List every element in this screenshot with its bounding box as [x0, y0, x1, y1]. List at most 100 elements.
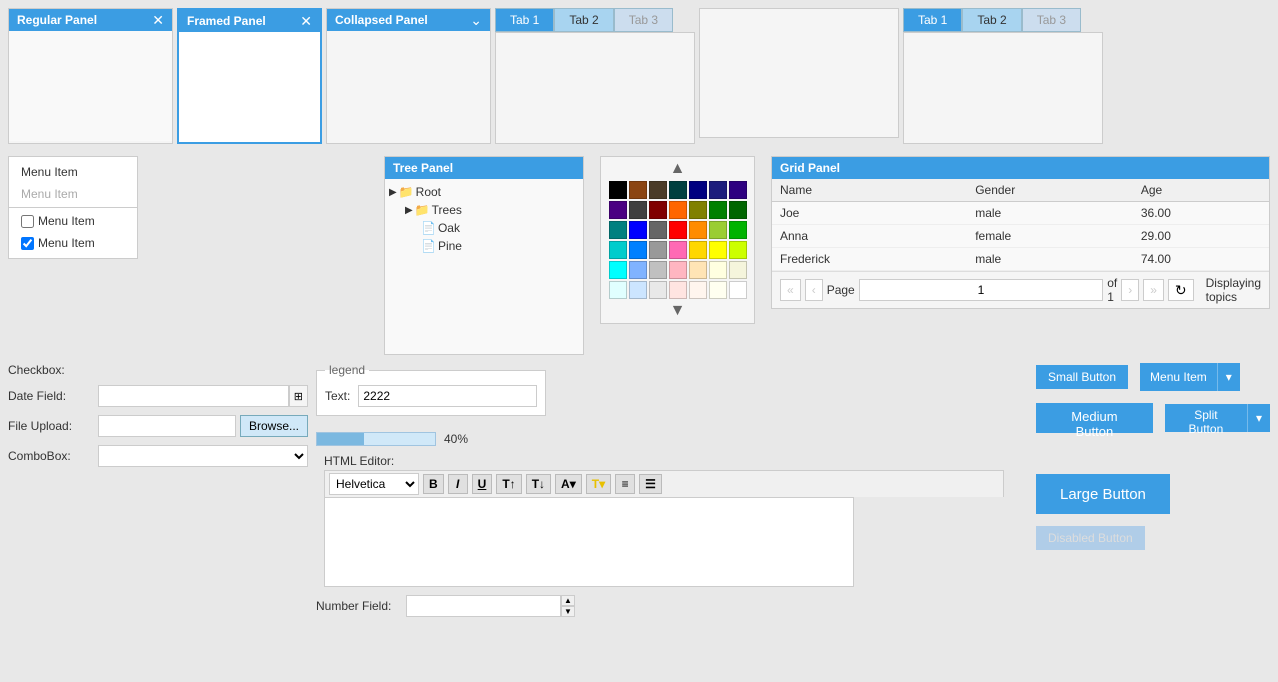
- color-down-arrow[interactable]: ▼: [670, 303, 686, 319]
- color-cell[interactable]: [669, 261, 687, 279]
- page-last-btn[interactable]: »: [1143, 279, 1164, 301]
- menu-checkbox-4[interactable]: [21, 237, 34, 250]
- color-cell[interactable]: [629, 181, 647, 199]
- tree-expand-root[interactable]: ▶: [389, 187, 397, 198]
- color-cell[interactable]: [729, 261, 747, 279]
- page-next-btn[interactable]: ›: [1121, 279, 1139, 301]
- table-row[interactable]: Joemale36.00: [772, 202, 1269, 225]
- underline-btn[interactable]: U: [472, 474, 493, 494]
- italic-btn[interactable]: I: [448, 474, 468, 494]
- tab-left-2[interactable]: Tab 2: [554, 8, 613, 32]
- color-cell[interactable]: [709, 181, 727, 199]
- align2-btn[interactable]: ☰: [639, 474, 662, 494]
- tab-left-1[interactable]: Tab 1: [495, 8, 554, 32]
- color-cell[interactable]: [709, 221, 727, 239]
- color-cell[interactable]: [629, 201, 647, 219]
- tree-node-root[interactable]: ▶ 📁 Root: [389, 183, 579, 201]
- superscript-btn[interactable]: T↑: [496, 474, 521, 494]
- color-cell[interactable]: [709, 261, 727, 279]
- color-cell[interactable]: [689, 241, 707, 259]
- large-button[interactable]: Large Button: [1036, 474, 1170, 514]
- color-up-arrow[interactable]: ▲: [670, 161, 686, 177]
- subscript-btn[interactable]: T↓: [526, 474, 551, 494]
- color-cell[interactable]: [649, 201, 667, 219]
- spinner-up[interactable]: ▲: [561, 595, 575, 606]
- medium-button[interactable]: Medium Button: [1036, 403, 1153, 433]
- color-cell[interactable]: [689, 201, 707, 219]
- font-select[interactable]: Helvetica: [329, 473, 419, 495]
- menu-item-3-checkbox[interactable]: Menu Item: [9, 210, 137, 232]
- regular-panel-close[interactable]: ✕: [152, 13, 164, 27]
- color-cell[interactable]: [609, 241, 627, 259]
- color-cell[interactable]: [629, 241, 647, 259]
- color-cell[interactable]: [629, 281, 647, 299]
- table-row[interactable]: Annafemale29.00: [772, 225, 1269, 248]
- color-cell[interactable]: [669, 201, 687, 219]
- menu-item-arrow-btn[interactable]: ▾: [1217, 363, 1240, 391]
- grid-col-gender[interactable]: Gender: [967, 179, 1133, 202]
- color-cell[interactable]: [629, 261, 647, 279]
- menu-item-button[interactable]: Menu Item: [1140, 363, 1217, 391]
- combobox-select[interactable]: [98, 445, 308, 467]
- color-cell[interactable]: [609, 221, 627, 239]
- tab-right-2[interactable]: Tab 2: [962, 8, 1021, 32]
- highlight-btn[interactable]: T▾: [586, 474, 611, 494]
- menu-item-1[interactable]: Menu Item: [9, 161, 137, 183]
- color-cell[interactable]: [729, 281, 747, 299]
- align-btn[interactable]: ≡: [615, 474, 635, 494]
- color-cell[interactable]: [649, 261, 667, 279]
- menu-checkbox-3[interactable]: [21, 215, 34, 228]
- color-cell[interactable]: [669, 181, 687, 199]
- color-cell[interactable]: [609, 281, 627, 299]
- menu-item-4-checkbox[interactable]: Menu Item: [9, 232, 137, 254]
- table-row[interactable]: Frederickmale74.00: [772, 248, 1269, 271]
- color-cell[interactable]: [649, 221, 667, 239]
- font-color-btn[interactable]: A▾: [555, 474, 582, 494]
- date-input[interactable]: [98, 385, 289, 407]
- tree-expand-trees[interactable]: ▶: [405, 205, 413, 216]
- page-number-input[interactable]: [859, 279, 1103, 301]
- color-cell[interactable]: [609, 181, 627, 199]
- split-button-arrow[interactable]: ▾: [1247, 404, 1270, 432]
- tab-right-1[interactable]: Tab 1: [903, 8, 962, 32]
- color-cell[interactable]: [729, 221, 747, 239]
- page-first-btn[interactable]: «: [780, 279, 801, 301]
- color-cell[interactable]: [689, 261, 707, 279]
- file-input[interactable]: [98, 415, 236, 437]
- spinner-down[interactable]: ▼: [561, 606, 575, 617]
- color-cell[interactable]: [729, 181, 747, 199]
- color-cell[interactable]: [709, 241, 727, 259]
- color-cell[interactable]: [649, 241, 667, 259]
- date-calendar-btn[interactable]: ⊞: [289, 385, 308, 407]
- color-cell[interactable]: [669, 221, 687, 239]
- tree-node-oak[interactable]: 📄 Oak: [389, 219, 579, 237]
- collapsed-panel-toggle[interactable]: ⌄: [470, 13, 482, 27]
- framed-panel-close[interactable]: ✕: [300, 14, 312, 28]
- browse-button[interactable]: Browse...: [240, 415, 308, 437]
- editor-body[interactable]: [324, 497, 854, 587]
- bold-btn[interactable]: B: [423, 474, 444, 494]
- tree-node-trees[interactable]: ▶ 📁 Trees: [389, 201, 579, 219]
- page-refresh-btn[interactable]: ↻: [1168, 279, 1194, 301]
- color-cell[interactable]: [629, 221, 647, 239]
- color-cell[interactable]: [689, 281, 707, 299]
- legend-text-input[interactable]: [358, 385, 537, 407]
- color-cell[interactable]: [709, 201, 727, 219]
- tree-node-pine[interactable]: 📄 Pine: [389, 237, 579, 255]
- color-cell[interactable]: [709, 281, 727, 299]
- color-cell[interactable]: [689, 221, 707, 239]
- color-cell[interactable]: [729, 201, 747, 219]
- color-cell[interactable]: [689, 181, 707, 199]
- grid-col-age[interactable]: Age: [1133, 179, 1269, 202]
- color-cell[interactable]: [669, 241, 687, 259]
- color-cell[interactable]: [609, 201, 627, 219]
- color-cell[interactable]: [669, 281, 687, 299]
- split-button-main[interactable]: Split Button: [1165, 404, 1247, 432]
- grid-col-name[interactable]: Name: [772, 179, 967, 202]
- color-cell[interactable]: [649, 281, 667, 299]
- page-prev-btn[interactable]: ‹: [805, 279, 823, 301]
- number-input[interactable]: [406, 595, 561, 617]
- color-cell[interactable]: [609, 261, 627, 279]
- color-cell[interactable]: [729, 241, 747, 259]
- color-cell[interactable]: [649, 181, 667, 199]
